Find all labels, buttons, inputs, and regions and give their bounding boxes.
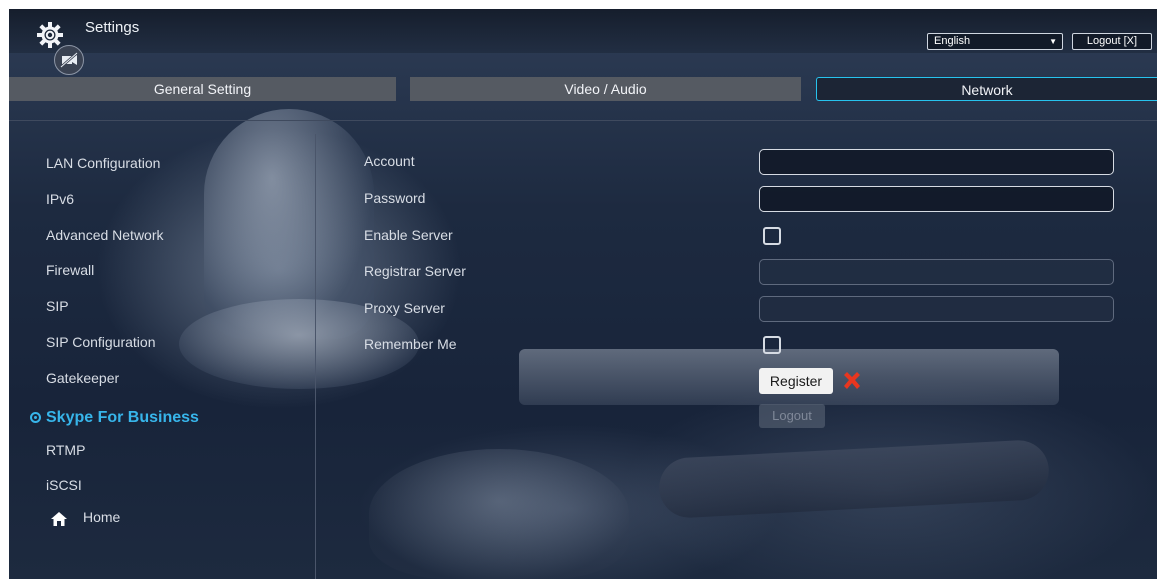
background-speakerphone-image xyxy=(369,449,629,579)
sidebar-item-advanced-network[interactable]: Advanced Network xyxy=(46,227,164,243)
tab-video-audio[interactable]: Video / Audio xyxy=(410,77,801,101)
account-input[interactable] xyxy=(759,149,1114,175)
background-camera-image xyxy=(204,109,374,339)
radio-dot-icon xyxy=(30,412,41,423)
close-x-icon[interactable] xyxy=(841,370,863,392)
remember-me-label: Remember Me xyxy=(364,336,457,352)
language-select[interactable]: English ▼ xyxy=(927,33,1063,50)
sidebar-item-lan-configuration[interactable]: LAN Configuration xyxy=(46,155,160,171)
sidebar-item-iscsi[interactable]: iSCSI xyxy=(46,477,82,493)
camera-off-glyph xyxy=(60,52,78,68)
chevron-down-icon: ▼ xyxy=(1049,37,1057,46)
sidebar-item-gatekeeper[interactable]: Gatekeeper xyxy=(46,370,119,386)
remember-me-checkbox[interactable] xyxy=(763,336,781,354)
header-bar: Settings English ▼ Logout [X] xyxy=(9,9,1157,53)
enable-server-checkbox[interactable] xyxy=(763,227,781,245)
sidebar-item-home[interactable]: Home xyxy=(83,509,120,525)
enable-server-label: Enable Server xyxy=(364,227,453,243)
settings-app: Settings English ▼ Logout [X] General Se… xyxy=(9,9,1157,579)
gear-icon xyxy=(37,22,63,48)
sidebar-item-skype-for-business[interactable]: Skype For Business xyxy=(30,409,199,427)
tab-network[interactable]: Network xyxy=(816,77,1157,101)
camera-off-icon[interactable] xyxy=(54,45,84,75)
page-title: Settings xyxy=(85,19,140,36)
background-remote-image xyxy=(657,438,1051,520)
tab-general-setting[interactable]: General Setting xyxy=(9,77,396,101)
language-select-value: English xyxy=(934,35,971,47)
register-button[interactable]: Register xyxy=(759,368,833,394)
logout-button[interactable]: Logout xyxy=(759,404,825,428)
registrar-server-input[interactable] xyxy=(759,259,1114,285)
sidebar-item-label: Skype For Business xyxy=(46,409,199,426)
sidebar-item-rtmp[interactable]: RTMP xyxy=(46,442,85,458)
registrar-server-label: Registrar Server xyxy=(364,263,466,279)
proxy-server-label: Proxy Server xyxy=(364,300,445,316)
sidebar-divider xyxy=(315,134,316,579)
sidebar-item-firewall[interactable]: Firewall xyxy=(46,262,94,278)
home-icon[interactable] xyxy=(51,511,67,527)
sidebar-item-sip[interactable]: SIP xyxy=(46,298,69,314)
logout-top-button[interactable]: Logout [X] xyxy=(1072,33,1152,50)
proxy-server-input[interactable] xyxy=(759,296,1114,322)
account-label: Account xyxy=(364,153,415,169)
sidebar-item-ipv6[interactable]: IPv6 xyxy=(46,191,74,207)
password-label: Password xyxy=(364,190,426,206)
password-input[interactable] xyxy=(759,186,1114,212)
tab-divider xyxy=(9,120,1157,121)
sidebar-item-sip-configuration[interactable]: SIP Configuration xyxy=(46,334,155,350)
